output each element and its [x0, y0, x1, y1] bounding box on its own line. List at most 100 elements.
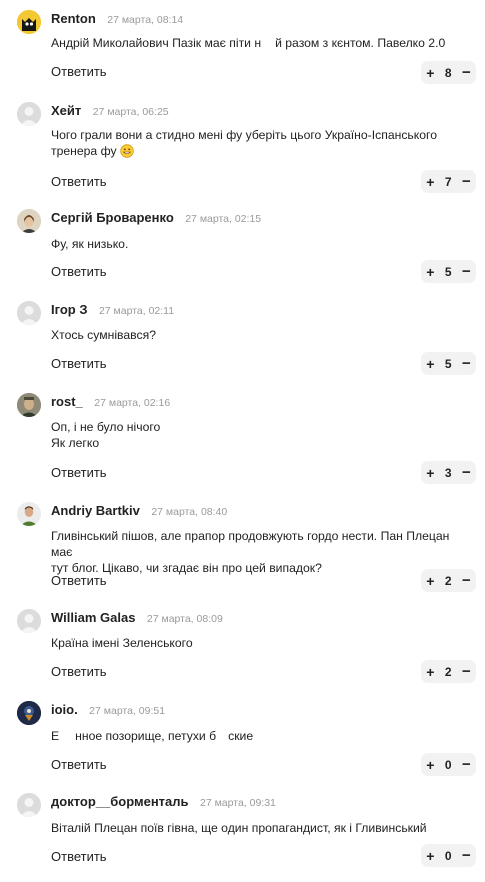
upvote-button[interactable]: + — [426, 264, 434, 280]
downvote-button[interactable]: − — [462, 756, 471, 773]
comment-text-line: тут блог. Цікаво, чи згадає він про цей … — [51, 561, 322, 575]
reply-button[interactable]: Ответить — [51, 356, 107, 371]
comment-timestamp: 27 марта, 09:31 — [199, 797, 276, 809]
comment-text-part: нное позорище, петухи б — [75, 729, 217, 743]
avatar-placeholder[interactable] — [17, 301, 41, 325]
comment-author[interactable]: Ігор З — [51, 302, 88, 317]
comment-text-line: Як легко — [51, 436, 100, 450]
avatar[interactable] — [17, 10, 41, 34]
vote-box: + 5 − — [421, 352, 476, 375]
comment-header: Сергій Броваренко 27 марта, 02:15 — [51, 211, 261, 226]
comment-text: Енное позорище, петухи б ские — [51, 728, 461, 744]
comment: William Galas 27 марта, 08:09 Країна іме… — [0, 599, 485, 691]
comment-author[interactable]: rost_ — [51, 394, 83, 409]
avatar-placeholder[interactable] — [17, 609, 41, 633]
comment-timestamp: 27 марта, 02:16 — [94, 397, 171, 409]
reply-button[interactable]: Ответить — [51, 64, 107, 79]
comment: Andriy Bartkiv 27 марта, 08:40 Гливінськ… — [0, 492, 485, 599]
upvote-button[interactable]: + — [426, 465, 434, 481]
comment-header: Хейт 27 марта, 06:25 — [51, 104, 169, 119]
upvote-button[interactable]: + — [426, 356, 434, 372]
comment-text-line: Чого грали вони а стидно мені фу уберіть… — [51, 128, 437, 142]
comment-header: Renton 27 марта, 08:14 — [51, 12, 183, 27]
comment-header: Andriy Bartkiv 27 марта, 08:40 — [51, 504, 227, 519]
upvote-button[interactable]: + — [426, 573, 434, 589]
avatar[interactable] — [17, 209, 41, 233]
avatar[interactable] — [17, 701, 41, 725]
vote-count: 7 — [444, 174, 452, 189]
comment-text: Фу, як низько. — [51, 237, 129, 251]
reply-button[interactable]: Ответить — [51, 264, 107, 279]
comment-text: Гливінський пішов, але прапор продовжуют… — [51, 528, 461, 576]
avatar-placeholder[interactable] — [17, 793, 41, 817]
vote-box: + 2 − — [421, 660, 476, 683]
comment-text: Віталій Плецан поїв гівна, ще один пропа… — [51, 821, 427, 835]
vote-box: + 0 − — [421, 844, 476, 867]
avatar[interactable] — [17, 393, 41, 417]
comment-author[interactable]: Andriy Bartkiv — [51, 503, 140, 518]
comment: Хейт 27 марта, 06:25 Чого грали вони а с… — [0, 92, 485, 202]
comment-text: Чого грали вони а стидно мені фу уберіть… — [51, 127, 461, 162]
comment-timestamp: 27 марта, 02:15 — [185, 213, 262, 225]
comment-text-part: Андрій Миколайович Пазік має піти н — [51, 36, 262, 50]
comment-timestamp: 27 марта, 06:25 — [92, 106, 169, 118]
comment-text-line-wrap: тренера фу — [51, 143, 461, 162]
comment-text-part: й разом з кєнтом. Павелко 2.0 — [275, 36, 446, 50]
upvote-button[interactable]: + — [426, 848, 434, 864]
upvote-button[interactable]: + — [426, 664, 434, 680]
vote-count: 2 — [444, 573, 452, 588]
comment-text-line: Оп, і не було нічого — [51, 420, 161, 434]
avatar[interactable] — [17, 502, 41, 526]
comment-author[interactable]: Renton — [51, 11, 96, 26]
avatar-placeholder[interactable] — [17, 102, 41, 126]
downvote-button[interactable]: − — [462, 173, 471, 190]
downvote-button[interactable]: − — [462, 663, 471, 680]
comment-timestamp: 27 марта, 08:14 — [107, 14, 184, 26]
comment-text: Країна імені Зеленського — [51, 636, 193, 650]
upvote-button[interactable]: + — [426, 65, 434, 81]
comment-header: доктор__борменталь 27 марта, 09:31 — [51, 795, 276, 810]
comment-header: ioio. 27 марта, 09:51 — [51, 703, 165, 718]
comment-text-line: тренера фу — [51, 144, 117, 158]
comment-author[interactable]: Хейт — [51, 103, 81, 118]
downvote-button[interactable]: − — [462, 464, 471, 481]
comment-text: Андрій Миколайович Пазік має піти н й раз… — [51, 35, 461, 51]
vote-box: + 8 − — [421, 61, 476, 84]
downvote-button[interactable]: − — [462, 847, 471, 864]
upvote-button[interactable]: + — [426, 757, 434, 773]
comment: Сергій Броваренко 27 марта, 02:15 Фу, як… — [0, 199, 485, 291]
vote-box: + 0 − — [421, 753, 476, 776]
downvote-button[interactable]: − — [462, 263, 471, 280]
upvote-button[interactable]: + — [426, 174, 434, 190]
vote-box: + 5 − — [421, 260, 476, 283]
comment-author[interactable]: ioio. — [51, 702, 78, 717]
comment: rost_ 27 марта, 02:16 Оп, і не було нічо… — [0, 383, 485, 492]
downvote-button[interactable]: − — [462, 64, 471, 81]
comment-header: rost_ 27 марта, 02:16 — [51, 395, 170, 410]
comment-timestamp: 27 марта, 08:09 — [146, 613, 223, 625]
reply-button[interactable]: Ответить — [51, 174, 107, 189]
reply-button[interactable]: Ответить — [51, 573, 107, 588]
vote-count: 8 — [444, 65, 452, 80]
comment-timestamp: 27 марта, 08:40 — [151, 506, 228, 518]
reply-button[interactable]: Ответить — [51, 849, 107, 864]
comment-text-line: Гливінський пішов, але прапор продовжуют… — [51, 529, 450, 559]
comment-author[interactable]: William Galas — [51, 610, 135, 625]
comment: доктор__борменталь 27 марта, 09:31 Вітал… — [0, 783, 485, 882]
comment-header: William Galas 27 марта, 08:09 — [51, 611, 223, 626]
comment: Ігор З 27 марта, 02:11 Хтось сумнівався?… — [0, 291, 485, 383]
vote-count: 0 — [444, 848, 452, 863]
comment-author[interactable]: Сергій Броваренко — [51, 210, 174, 225]
comment-author[interactable]: доктор__борменталь — [51, 794, 189, 809]
reply-button[interactable]: Ответить — [51, 664, 107, 679]
comment-text: Хтось сумнівався? — [51, 328, 156, 342]
downvote-button[interactable]: − — [462, 355, 471, 372]
comment-text: Оп, і не було нічого Як легко — [51, 419, 461, 451]
comment-header: Ігор З 27 марта, 02:11 — [51, 303, 174, 318]
vote-count: 0 — [444, 757, 452, 772]
comment-text-part: ские — [228, 729, 254, 743]
reply-button[interactable]: Ответить — [51, 757, 107, 772]
vote-box: + 3 − — [421, 461, 476, 484]
downvote-button[interactable]: − — [462, 572, 471, 589]
reply-button[interactable]: Ответить — [51, 465, 107, 480]
